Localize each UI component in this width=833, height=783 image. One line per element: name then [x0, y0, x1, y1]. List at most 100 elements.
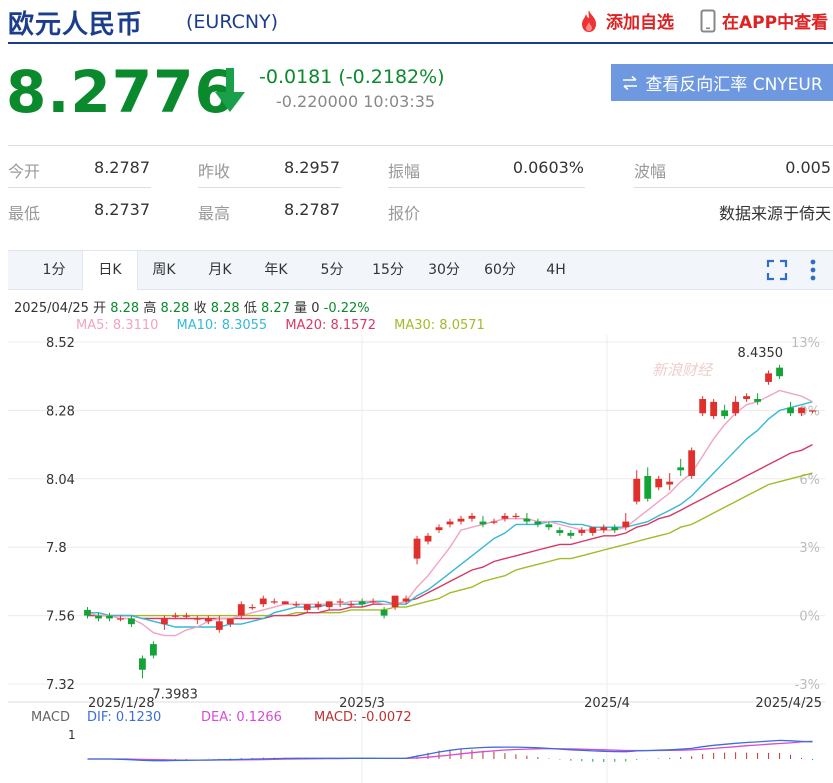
candle [578, 530, 586, 533]
info-vol: 0 [311, 301, 320, 316]
swap-icon [623, 75, 638, 90]
tab-4h[interactable]: 4H [534, 251, 578, 289]
candle [644, 475, 652, 499]
prev-close-label: 昨收 [198, 162, 231, 181]
candle [567, 532, 575, 536]
candle [776, 367, 783, 377]
candle [248, 607, 256, 609]
candles [84, 364, 816, 679]
tab-monthly-k[interactable]: 月K [198, 251, 242, 289]
stats-divider [634, 187, 833, 188]
candle [677, 467, 685, 471]
candle [182, 615, 190, 617]
current-price: 8.2776 [6, 58, 236, 126]
tab-daily-k[interactable]: 日K [82, 251, 138, 290]
pct-tick-label: -3% [795, 678, 820, 693]
fullscreen-icon[interactable] [766, 259, 788, 285]
macd-legend: MACD: -0.0072 [314, 710, 412, 725]
volatility-value: 0.005 [785, 158, 831, 177]
info-date: 2025/04/25 [14, 301, 89, 316]
info-close-label: 收 [193, 301, 207, 316]
x-tick-label: 2025/3 [339, 696, 385, 711]
candle [259, 598, 267, 605]
candle-info-row: 2025/04/25 开 8.28 高 8.28 收 8.28 低 8.27 量… [14, 297, 370, 316]
low-label: 最低 [8, 204, 41, 223]
tab-15min[interactable]: 15分 [366, 251, 410, 289]
y-tick-label: 7.56 [46, 610, 75, 625]
candle [710, 401, 718, 417]
tab-5min[interactable]: 5分 [310, 251, 354, 289]
date-axis: 2025/1/28 2025/3 2025/4 2025/4/25 [88, 696, 822, 711]
add-favorite-button[interactable]: 添加自选 [578, 8, 674, 33]
macd-label: MACD [31, 710, 70, 725]
candle [600, 527, 608, 531]
candle [204, 618, 212, 622]
candle [270, 601, 278, 603]
open-label: 今开 [8, 162, 41, 181]
candle [534, 521, 542, 525]
candle [237, 604, 245, 616]
candle [160, 618, 168, 625]
tab-weekly-k[interactable]: 周K [142, 251, 186, 289]
ma5-legend: MA5: 8.3110 [76, 318, 159, 333]
info-pct: -0.22% [323, 301, 370, 316]
candle [787, 407, 794, 414]
candle [117, 618, 124, 620]
reverse-rate-button[interactable]: 查看反向汇率 CNYEUR [611, 64, 833, 101]
price-subline: -0.220000 10:03:35 [276, 92, 436, 111]
y-tick-label: 8.28 [46, 404, 75, 419]
phone-icon [700, 9, 716, 32]
info-high-label: 高 [143, 301, 157, 316]
down-arrow-icon [212, 66, 248, 120]
candle [721, 410, 729, 417]
candle [226, 618, 234, 625]
tab-30min[interactable]: 30分 [422, 251, 466, 289]
candle [556, 530, 564, 533]
candle [809, 410, 816, 412]
candle [391, 595, 399, 608]
info-open-label: 开 [93, 301, 107, 316]
macd-panel [87, 739, 814, 763]
volatility-label: 波幅 [634, 162, 667, 181]
candle [611, 527, 619, 531]
candle [479, 521, 487, 525]
tab-yearly-k[interactable]: 年K [254, 251, 298, 289]
low-value: 8.2737 [94, 200, 150, 219]
candle [622, 521, 630, 528]
stats-divider [388, 187, 585, 188]
amplitude-value: 0.0603% [512, 158, 584, 177]
candle [347, 604, 355, 606]
candle [149, 644, 157, 656]
more-options-icon[interactable] [806, 257, 820, 287]
high-label: 最高 [198, 204, 231, 223]
candle [798, 407, 805, 414]
candle [490, 521, 498, 523]
candle [171, 615, 179, 617]
candle [424, 535, 432, 542]
pct-tick-label: 3% [799, 541, 820, 556]
header-divider [8, 42, 833, 44]
moving-average-lines [87, 389, 813, 637]
candle [435, 527, 443, 531]
candle [314, 604, 322, 608]
candle [128, 618, 135, 625]
info-low-label: 低 [243, 301, 257, 316]
candle [215, 621, 223, 630]
kline-chart[interactable]: 8.528.288.047.87.567.32 13%9%6%3%0%-3% 新… [0, 335, 833, 783]
candle [655, 478, 663, 488]
candle [765, 373, 772, 382]
tab-60min[interactable]: 60分 [478, 251, 522, 289]
period-tabbar: 1分 日K 周K 月K 年K 5分 15分 30分 60分 4H [8, 250, 833, 290]
price-change: -0.0181 (-0.2182%) [259, 66, 445, 88]
candle [468, 515, 476, 519]
candle [666, 481, 674, 485]
view-in-app-label: 在APP中查看 [722, 13, 829, 33]
ma5-line [87, 389, 813, 637]
candle [732, 401, 740, 414]
view-in-app-button[interactable]: 在APP中查看 [700, 8, 828, 33]
ma30-line [87, 472, 813, 617]
min-label: 7.3983 [152, 687, 198, 702]
high-value: 8.2787 [284, 200, 340, 219]
candle [589, 527, 597, 533]
tab-1min[interactable]: 1分 [32, 251, 76, 289]
